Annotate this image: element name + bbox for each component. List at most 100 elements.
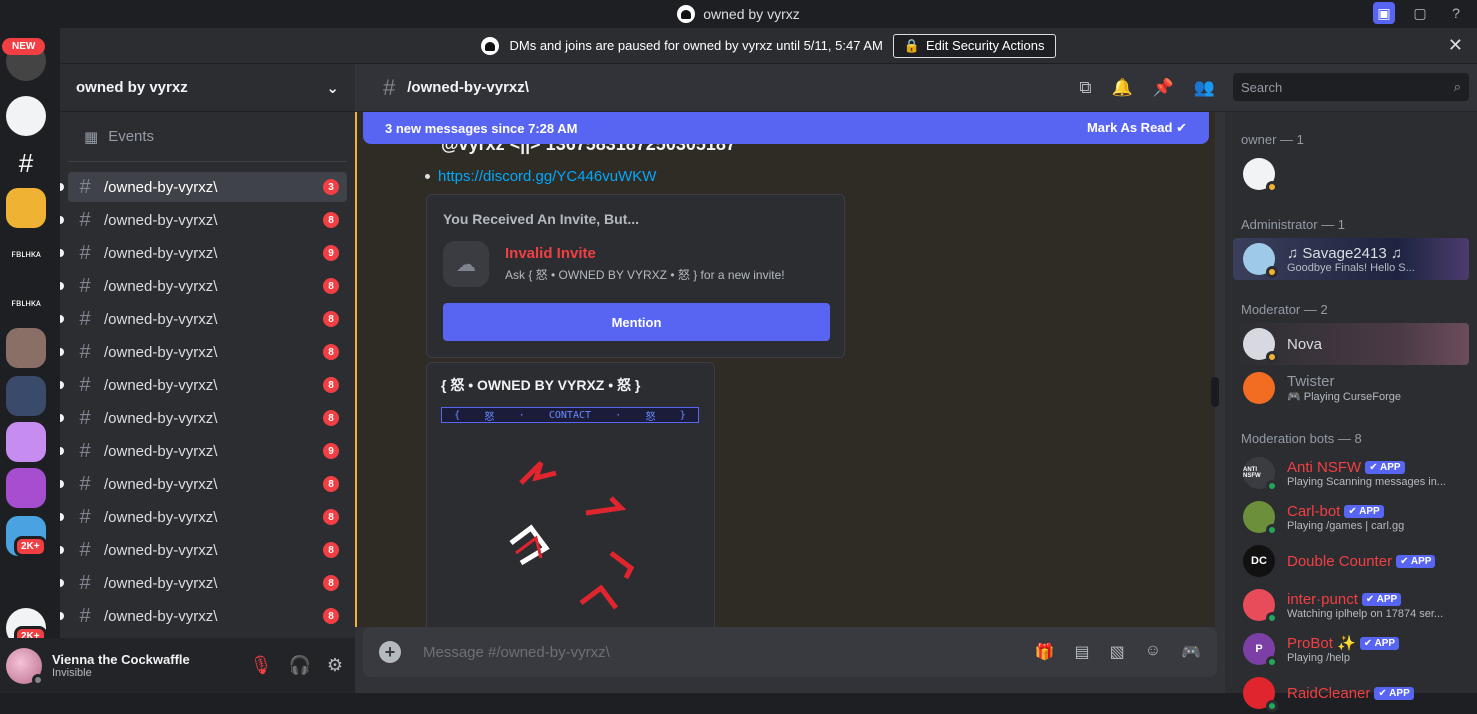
contact-token: { (454, 409, 461, 421)
plus-icon[interactable]: + (379, 641, 401, 663)
app-badge: ✔ APP (1361, 592, 1402, 606)
channel-item[interactable]: # /owned-by-vyrxz\ 8 (60, 304, 347, 334)
events-item[interactable]: ▦ Events (68, 112, 347, 162)
close-icon[interactable]: ✕ (1448, 35, 1463, 56)
avatar[interactable] (6, 647, 44, 686)
channel-title: /owned-by-vyrxz\ (407, 79, 529, 96)
contact-token: } (679, 409, 686, 421)
member-name: Nova (1287, 336, 1322, 353)
invite-link[interactable]: https://discord.gg/YC446vuWKW (438, 168, 656, 185)
member-item[interactable]: P ProBot ✨ ✔ APP Playing /help (1233, 628, 1469, 670)
mark-as-read-button[interactable]: Mark As Read ✔ (1087, 120, 1187, 136)
mention-highlight (355, 112, 357, 627)
new-messages-text: 3 new messages since 7:28 AM (385, 120, 578, 136)
titlebar-actions: ▣ ▢ ? (1373, 2, 1467, 24)
server-icon[interactable] (6, 468, 46, 508)
bell-icon[interactable]: 🔔 (1111, 78, 1132, 98)
channel-item[interactable]: # /owned-by-vyrxz\ 8 (60, 568, 347, 598)
microphone-muted-icon[interactable]: 🎙 (250, 655, 273, 676)
channel-item[interactable]: # /owned-by-vyrxz\ 3 (60, 172, 347, 202)
inbox-icon[interactable]: ▣ (1373, 2, 1395, 24)
search-input[interactable]: Search ⌕ (1233, 73, 1469, 101)
member-item[interactable]: Nova (1233, 323, 1469, 365)
chat-header: # /owned-by-vyrxz\ ⧉ 🔔 📌 👥 (355, 64, 1225, 112)
server-icon[interactable] (6, 376, 46, 416)
channel-item[interactable]: # /owned-by-vyrxz\ 8 (60, 502, 347, 532)
server-icon[interactable] (6, 188, 46, 228)
new-messages-bar[interactable]: 3 new messages since 7:28 AM Mark As Rea… (363, 112, 1209, 144)
unread-indicator (60, 447, 64, 455)
app-badge: ✔ APP (1344, 504, 1384, 518)
pin-icon[interactable]: 📌 (1153, 78, 1174, 98)
avatar (1243, 677, 1278, 712)
unread-indicator (60, 414, 64, 422)
sticker-icon[interactable]: ▧ (1110, 642, 1125, 662)
mark-as-read-label: Mark As Read (1086, 120, 1173, 135)
search-placeholder: Search (1241, 79, 1283, 95)
channel-item[interactable]: # /owned-by-vyrxz\ 8 (60, 469, 347, 499)
member-item[interactable]: ANTI NSFW Anti NSFW ✔ APP Playing Scanning … (1233, 452, 1469, 494)
scrollbar[interactable] (1211, 377, 1219, 407)
server-icon[interactable] (6, 563, 46, 603)
member-item[interactable]: Carl-bot ✔ APP Playing /games | carl.gg (1233, 496, 1469, 538)
mention-button[interactable]: Mention (443, 303, 830, 341)
status-indicator (1266, 700, 1278, 712)
channel-name: /owned-by-vyrxz\ (104, 211, 218, 229)
apps-icon[interactable]: 🎮 (1181, 642, 1201, 662)
gif-icon[interactable]: ▤ (1074, 642, 1089, 662)
server-icon (677, 5, 696, 23)
mention-badge: 8 (323, 542, 339, 558)
member-item[interactable]: DC Double Counter ✔ APP (1233, 540, 1469, 582)
member-item[interactable]: inter·punct ✔ APP Watching iplhelp on 1787… (1233, 584, 1469, 626)
server-icon[interactable]: # (6, 143, 46, 183)
threads-icon[interactable]: ⧉ (1079, 78, 1091, 98)
invite-status: Invalid Invite (505, 245, 596, 262)
server-icon[interactable]: ꜰʙʟʜᴋᴀ (6, 283, 46, 323)
channel-item[interactable]: # /owned-by-vyrxz\ 9 (60, 238, 347, 268)
server-icon[interactable]: ꜰʙʟʜᴋᴀ (6, 234, 46, 274)
unread-indicator (60, 348, 64, 356)
member-name-text: Double Counter (1287, 552, 1393, 570)
hash-icon: # (79, 538, 91, 561)
member-name-text: RaidCleaner (1287, 684, 1371, 702)
hash-icon: # (79, 472, 91, 495)
channel-item[interactable]: # /owned-by-vyrxz\ 8 (60, 205, 347, 235)
channel-item[interactable]: # /owned-by-vyrxz\ 8 (60, 271, 347, 301)
channel-item[interactable]: # /owned-by-vyrxz\ 8 (60, 370, 347, 400)
channel-name: /owned-by-vyrxz\ (104, 244, 218, 262)
server-header[interactable]: owned by vyrxz ⌄ (60, 64, 355, 112)
edit-security-actions-button[interactable]: 🔒 Edit Security Actions (892, 33, 1056, 58)
member-item[interactable] (1233, 153, 1469, 195)
channel-name: /owned-by-vyrxz\ (104, 607, 218, 625)
member-item[interactable]: Twister 🎮 Playing CurseForge (1233, 367, 1469, 409)
member-name-text: inter·punct (1287, 590, 1358, 608)
status-indicator (32, 673, 44, 686)
mention-badge: 9 (323, 245, 339, 261)
embed-title: { 怒 • OWNED BY VYRXZ • 怒 } (441, 377, 641, 393)
member-group-header: Moderator — 2 (1241, 302, 1328, 317)
window-titlebar: owned by vyrxz ▣ ▢ ? (0, 0, 1477, 28)
member-name: RaidCleaner ✔ APP (1287, 685, 1414, 702)
screen-icon[interactable]: ▢ (1409, 2, 1431, 24)
member-item[interactable]: RaidCleaner ✔ APP (1233, 672, 1469, 714)
hash-icon: # (79, 439, 91, 462)
channel-item[interactable]: # /owned-by-vyrxz\ 8 (60, 337, 347, 367)
server-icon[interactable] (6, 328, 46, 368)
channel-item[interactable]: # /owned-by-vyrxz\ 9 (60, 436, 347, 466)
unread-indicator (60, 612, 64, 620)
gear-icon[interactable]: ⚙ (327, 655, 343, 676)
channel-item[interactable]: # /owned-by-vyrxz\ 8 (60, 535, 347, 565)
server-icon[interactable] (6, 422, 46, 462)
server-icon[interactable] (6, 96, 46, 136)
channel-item[interactable]: # /owned-by-vyrxz\ 8 (60, 403, 347, 433)
members-icon[interactable]: 👥 (1194, 78, 1215, 98)
channel-item[interactable]: # /owned-by-vyrxz\ 8 (60, 601, 347, 631)
emoji-icon[interactable]: ☺ (1145, 642, 1161, 662)
member-item[interactable]: ♫ Savage2413 ♫ Goodbye Finals! Hello S... (1233, 238, 1469, 280)
gift-icon[interactable]: 🎁 (1035, 642, 1055, 662)
message-composer[interactable]: + Message #/owned-by-vyrxz\ 🎁 ▤ ▧ ☺ 🎮 (363, 627, 1217, 677)
search-icon: ⌕ (1453, 79, 1461, 94)
help-icon[interactable]: ? (1445, 2, 1467, 24)
headphones-icon[interactable]: 🎧 (288, 655, 310, 676)
chevron-down-icon: ⌄ (326, 79, 339, 97)
